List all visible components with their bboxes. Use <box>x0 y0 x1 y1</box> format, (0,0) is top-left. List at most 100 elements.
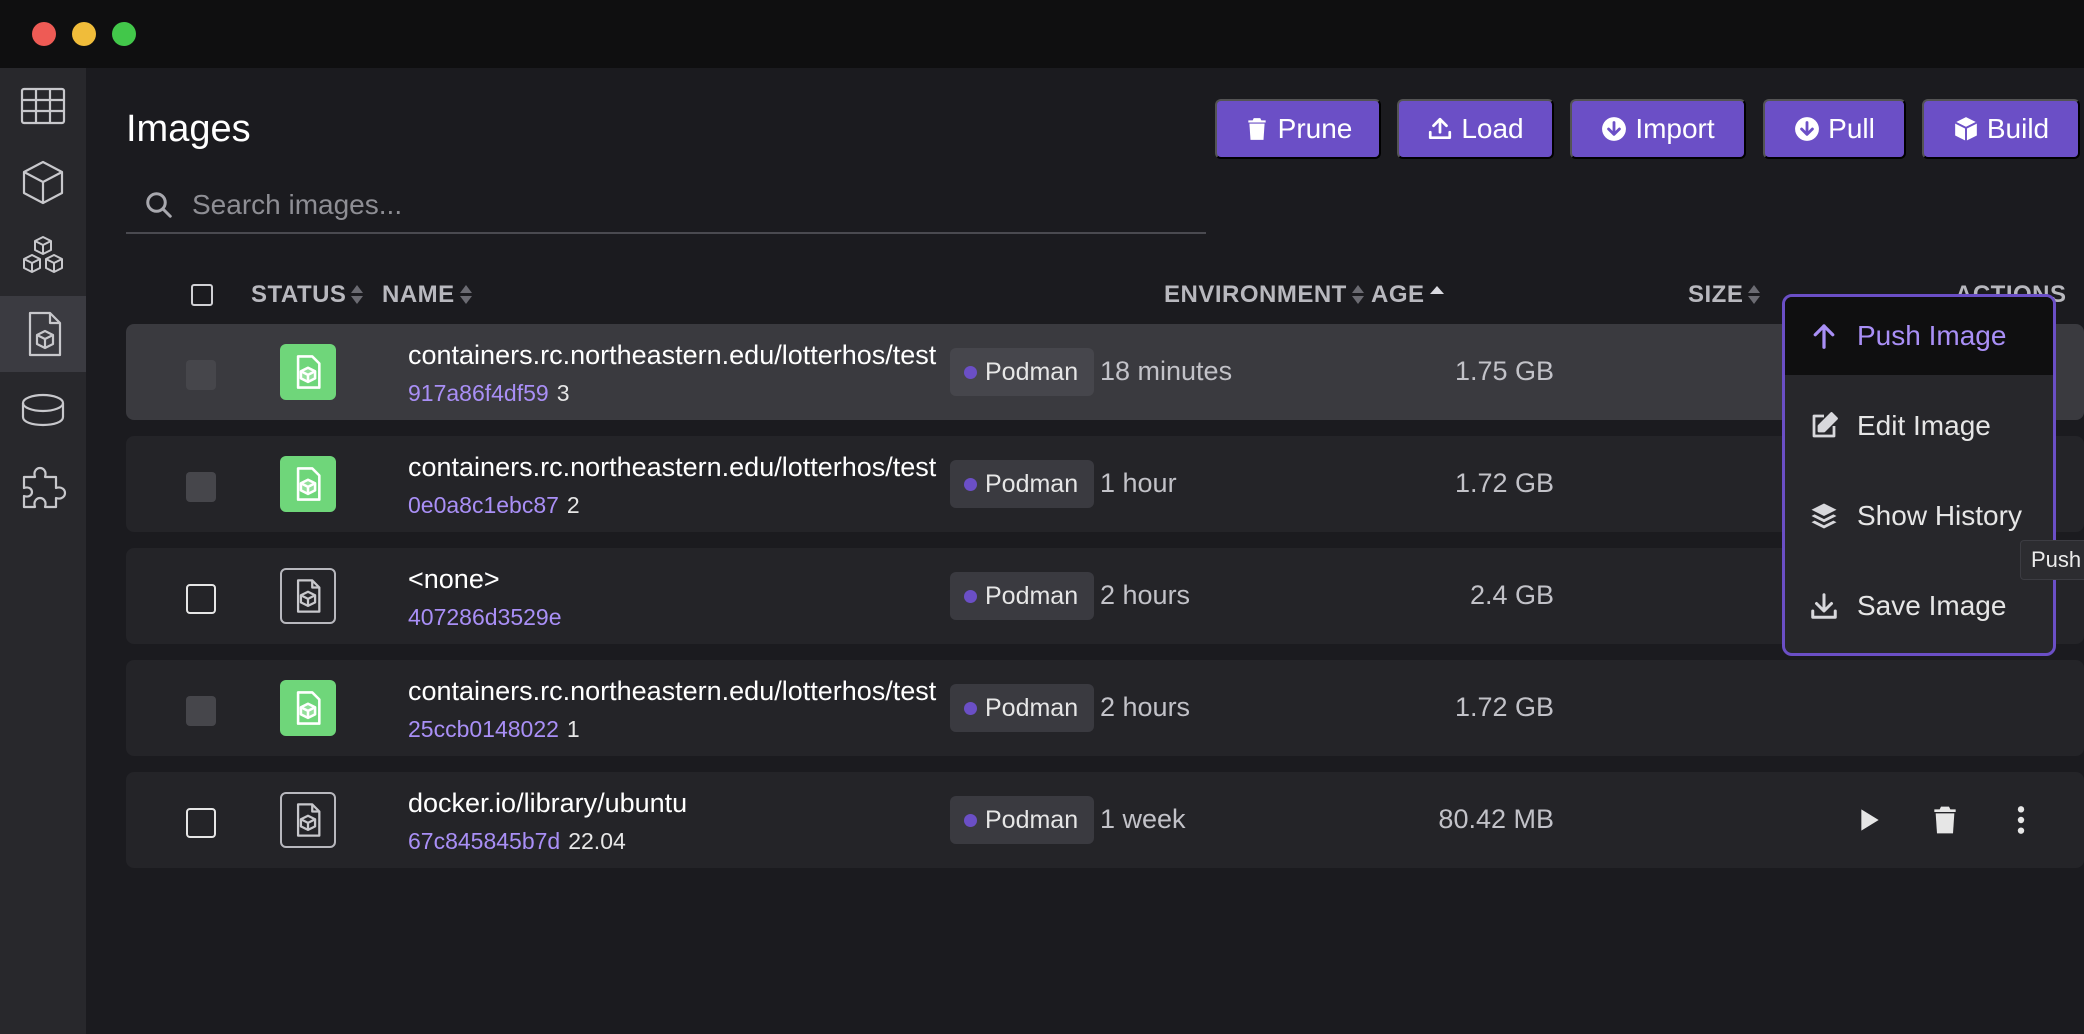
image-size: 80.42 MB <box>1438 804 1554 834</box>
pull-button-label: Pull <box>1828 113 1875 144</box>
image-id: 917a86f4df59 <box>408 380 549 406</box>
image-name[interactable]: containers.rc.northeastern.edu/lotterhos… <box>408 676 936 707</box>
close-window-button[interactable] <box>32 22 56 46</box>
column-header-name-label: NAME <box>382 281 455 308</box>
column-header-status-label: STATUS <box>251 281 347 308</box>
delete-image-button[interactable] <box>1923 798 1967 842</box>
load-button[interactable]: Load <box>1397 99 1554 159</box>
environment-label: Podman <box>985 581 1079 610</box>
environment-badge: Podman <box>950 348 1095 396</box>
row-checkbox[interactable] <box>186 808 216 838</box>
row-checkbox[interactable] <box>186 584 216 614</box>
pods-cubes-icon <box>23 236 63 273</box>
select-all-checkbox[interactable] <box>191 284 213 306</box>
image-id-line: 67c845845b7d 22.04 <box>408 828 626 855</box>
search-input[interactable] <box>192 189 1152 221</box>
image-id-line: 0e0a8c1ebc87 2 <box>408 492 580 519</box>
environment-badge: Podman <box>950 572 1095 620</box>
sidebar-item-dashboard[interactable] <box>0 68 86 144</box>
image-age: 18 minutes <box>1100 356 1233 386</box>
import-button[interactable]: Import <box>1570 99 1746 159</box>
image-id: 25ccb0148022 <box>408 716 559 742</box>
zoom-window-button[interactable] <box>112 22 136 46</box>
sidebar-item-containers[interactable] <box>0 144 86 220</box>
image-id-line: 25ccb0148022 1 <box>408 716 580 743</box>
import-button-label: Import <box>1635 113 1715 144</box>
row-checkbox <box>186 696 216 726</box>
podman-dot-icon <box>964 813 977 827</box>
push-image-menu-item[interactable]: Push Image <box>1785 297 2053 375</box>
page-title: Images <box>126 108 251 150</box>
push-image-label: Push Image <box>1857 320 2007 351</box>
cube-icon <box>1954 117 1978 141</box>
environment-label: Podman <box>985 357 1079 386</box>
column-header-environment-label: ENVIRONMENT <box>1164 281 1347 308</box>
image-size: 1.72 GB <box>1454 692 1554 722</box>
sidebar <box>0 68 86 1034</box>
circle-arrow-down-icon <box>1602 117 1627 141</box>
save-image-label: Save Image <box>1857 590 2007 621</box>
pull-button[interactable]: Pull <box>1763 99 1906 159</box>
column-header-environment[interactable]: ENVIRONMENT <box>1164 281 1365 309</box>
image-name[interactable]: containers.rc.northeastern.edu/lotterhos… <box>408 452 936 483</box>
column-header-status[interactable]: STATUS <box>251 281 364 309</box>
extensions-puzzle-icon <box>22 466 67 509</box>
more-actions-button[interactable] <box>1999 798 2043 842</box>
column-header-size-label: SIZE <box>1688 281 1744 308</box>
podman-dot-icon <box>964 589 977 603</box>
image-name[interactable]: docker.io/library/ubuntu <box>408 788 687 819</box>
environment-badge: Podman <box>950 796 1095 844</box>
image-name[interactable]: containers.rc.northeastern.edu/lotterhos… <box>408 340 936 371</box>
environment-badge: Podman <box>950 460 1095 508</box>
image-age: 2 hours <box>1100 692 1191 722</box>
image-status-unused-icon <box>280 792 336 848</box>
circle-arrow-down-icon <box>1795 117 1820 141</box>
containers-cube-icon <box>22 160 64 205</box>
image-id-line: 917a86f4df59 3 <box>408 380 570 407</box>
show-history-label: Show History <box>1857 500 2022 531</box>
table-row[interactable]: docker.io/library/ubuntu 67c845845b7d 22.… <box>126 772 2084 868</box>
sidebar-item-volumes[interactable] <box>0 372 86 448</box>
volumes-disk-icon <box>21 393 65 427</box>
image-name[interactable]: <none> <box>408 564 500 595</box>
build-button[interactable]: Build <box>1922 99 2080 159</box>
sidebar-item-images[interactable] <box>0 296 86 372</box>
column-header-name[interactable]: NAME <box>382 281 473 309</box>
download-icon <box>1811 593 1837 619</box>
sort-icon <box>350 284 364 306</box>
podman-dot-icon <box>964 701 977 715</box>
row-checkbox <box>186 472 216 502</box>
arrow-up-icon <box>1813 324 1835 349</box>
trash-icon <box>1934 806 1956 834</box>
image-tag: 3 <box>556 380 570 406</box>
edit-image-menu-item[interactable]: Edit Image <box>1785 387 2053 465</box>
layers-icon <box>1811 503 1837 529</box>
image-status-used-icon <box>280 456 336 512</box>
search-bar <box>126 178 1206 234</box>
sort-ascending-icon <box>1429 284 1444 306</box>
sidebar-item-pods[interactable] <box>0 220 86 296</box>
sort-icon <box>459 284 473 306</box>
kebab-menu-icon <box>2017 806 2025 834</box>
show-history-menu-item[interactable]: Show History <box>1785 477 2053 555</box>
run-image-button[interactable] <box>1846 798 1890 842</box>
save-image-menu-item[interactable]: Save Image <box>1785 567 2053 645</box>
image-status-used-icon <box>280 680 336 736</box>
image-age: 1 week <box>1100 804 1186 834</box>
image-size: 2.4 GB <box>1469 580 1554 610</box>
column-header-age[interactable]: AGE <box>1371 281 1444 309</box>
minimize-window-button[interactable] <box>72 22 96 46</box>
image-id: 407286d3529e <box>408 604 562 630</box>
column-header-size[interactable]: SIZE <box>1688 281 1761 309</box>
sidebar-item-extensions[interactable] <box>0 448 86 524</box>
images-icon <box>28 311 62 357</box>
podman-dot-icon <box>964 365 977 379</box>
podman-dot-icon <box>964 477 977 491</box>
edit-image-label: Edit Image <box>1857 410 1991 441</box>
prune-button[interactable]: Prune <box>1215 99 1381 159</box>
sort-icon <box>1351 284 1365 306</box>
table-row[interactable]: containers.rc.northeastern.edu/lotterhos… <box>126 660 2084 756</box>
image-id: 0e0a8c1ebc87 <box>408 492 559 518</box>
upload-icon <box>1429 117 1452 140</box>
column-header-age-label: AGE <box>1371 281 1425 308</box>
